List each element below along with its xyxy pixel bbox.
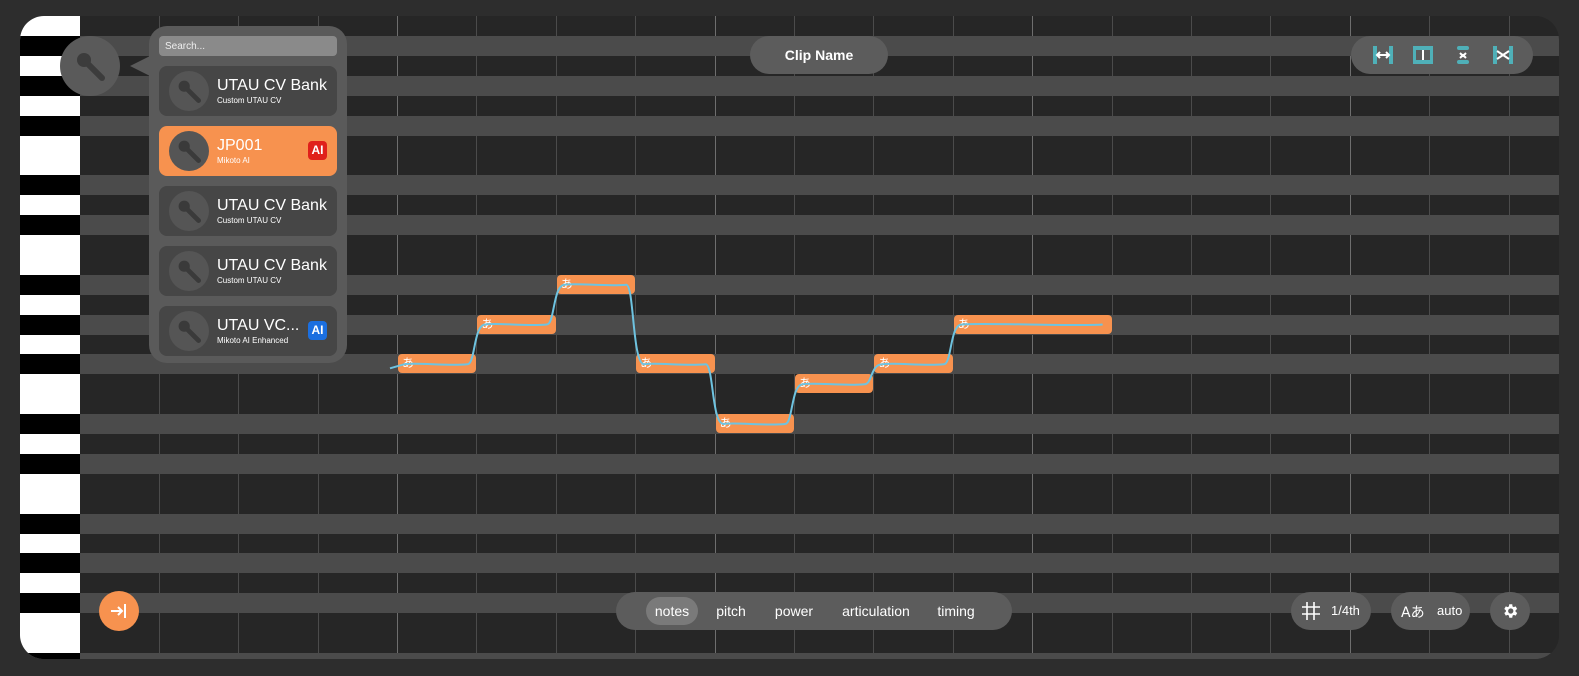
voice-name: UTAU VC... <box>217 317 300 334</box>
black-key[interactable] <box>20 354 80 375</box>
piano-keys[interactable] <box>20 16 80 659</box>
voice-avatar <box>169 251 209 291</box>
panel-caret <box>130 56 150 76</box>
voice-name: JP001 <box>217 137 263 154</box>
piano-roll-editor: ああああああああ Clip Name UTAU CV Bank <box>20 16 1559 659</box>
voice-search-input[interactable] <box>159 36 337 56</box>
voice-avatar <box>169 191 209 231</box>
black-key[interactable] <box>20 215 80 235</box>
black-key[interactable] <box>20 414 80 434</box>
black-key[interactable] <box>20 115 80 136</box>
microphone-icon <box>77 53 105 81</box>
voice-name: UTAU CV Bank <box>217 257 327 274</box>
pitch-line[interactable] <box>389 283 1103 426</box>
black-key[interactable] <box>20 314 80 335</box>
tab-notes[interactable]: notes <box>646 597 698 625</box>
voice-subtitle: Custom UTAU CV <box>217 96 282 105</box>
tab-timing[interactable]: timing <box>928 597 984 625</box>
ai-badge: AI <box>308 141 327 160</box>
lyric-icon: Aあ <box>1401 605 1425 621</box>
split-vertical-icon[interactable] <box>1412 45 1434 65</box>
voice-select-button[interactable] <box>60 36 120 96</box>
lyric-mode-value: auto <box>1437 603 1463 618</box>
settings-button[interactable] <box>1490 592 1530 630</box>
voice-item[interactable]: UTAU CV Bank Custom UTAU CV <box>159 186 337 236</box>
lyric-mode-button[interactable]: Aあ auto <box>1391 592 1470 630</box>
microphone-icon <box>178 260 201 283</box>
split-horizontal-icon[interactable] <box>1372 45 1394 65</box>
clip-name-button[interactable]: Clip Name <box>750 36 888 74</box>
voice-item[interactable]: UTAU VC... Mikoto AI Enhanced AI <box>159 306 337 356</box>
ai-badge: AI <box>308 321 327 340</box>
black-key[interactable] <box>20 274 80 295</box>
black-key[interactable] <box>20 453 80 474</box>
voice-name: UTAU CV Bank <box>217 197 327 214</box>
microphone-icon <box>178 200 201 223</box>
voice-avatar <box>169 311 209 351</box>
snap-value: 1/4th <box>1331 603 1360 618</box>
black-key[interactable] <box>20 553 80 574</box>
microphone-icon <box>178 320 201 343</box>
voice-subtitle: Mikoto AI <box>217 156 250 165</box>
voice-avatar <box>169 131 209 171</box>
edit-tools <box>1351 36 1533 74</box>
export-icon <box>111 604 126 618</box>
voice-name: UTAU CV Bank <box>217 77 327 94</box>
microphone-icon <box>178 140 201 163</box>
voice-item[interactable]: UTAU CV Bank Custom UTAU CV <box>159 246 337 296</box>
black-key[interactable] <box>20 593 80 614</box>
voice-subtitle: Custom UTAU CV <box>217 276 282 285</box>
black-key[interactable] <box>20 652 80 659</box>
export-button[interactable] <box>99 591 139 631</box>
voice-item[interactable]: UTAU CV Bank Custom UTAU CV <box>159 66 337 116</box>
black-key[interactable] <box>20 513 80 534</box>
microphone-icon <box>178 80 201 103</box>
black-key[interactable] <box>20 175 80 196</box>
stretch-icon[interactable] <box>1492 45 1514 65</box>
voice-subtitle: Custom UTAU CV <box>217 216 282 225</box>
voice-avatar <box>169 71 209 111</box>
grid-icon <box>1302 602 1320 620</box>
merge-icon[interactable] <box>1452 45 1474 65</box>
voice-list-panel: UTAU CV Bank Custom UTAU CV JP001 Mikoto… <box>149 26 347 363</box>
mode-tabs: notes pitch power articulation timing <box>616 592 1012 630</box>
snap-button[interactable]: 1/4th <box>1291 592 1371 630</box>
voice-item[interactable]: JP001 Mikoto AI AI <box>159 126 337 176</box>
gear-icon <box>1504 604 1518 618</box>
tab-power[interactable]: power <box>766 597 822 625</box>
voice-subtitle: Mikoto AI Enhanced <box>217 336 289 345</box>
tab-articulation[interactable]: articulation <box>832 597 920 625</box>
tab-pitch[interactable]: pitch <box>708 597 754 625</box>
